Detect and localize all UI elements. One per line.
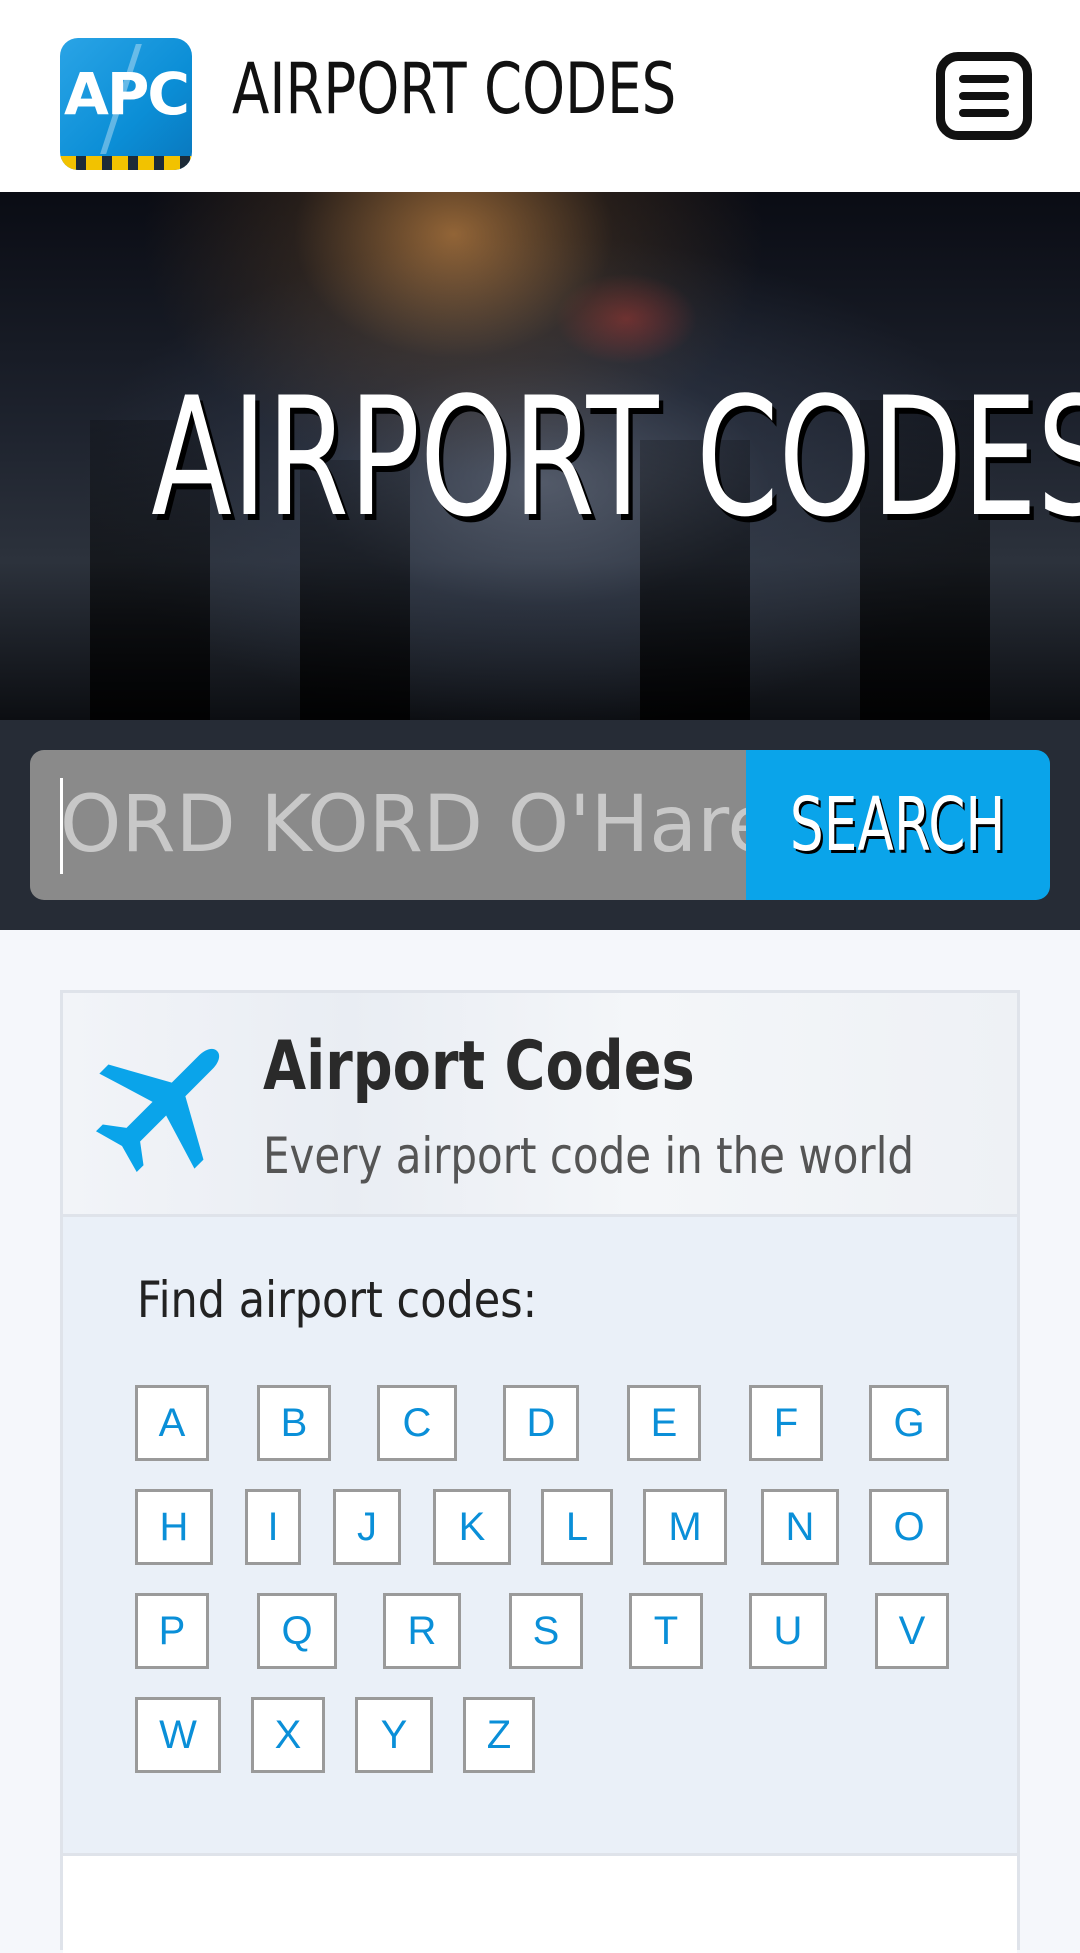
letter-link-e[interactable]: E (627, 1385, 701, 1461)
card-title: Airport Codes (263, 1027, 695, 1106)
letter-link-d[interactable]: D (503, 1385, 579, 1461)
letter-link-i[interactable]: I (245, 1489, 301, 1565)
letter-link-u[interactable]: U (749, 1593, 827, 1669)
letter-index: Find airport codes: A B C D E F G H I J … (63, 1217, 1017, 1853)
hero-title: AIRPORT CODES (151, 362, 1080, 553)
search-bar: SEARCH (0, 720, 1080, 930)
airplane-icon (95, 1048, 220, 1173)
site-title[interactable]: AIRPORT CODES (232, 48, 676, 130)
card-subtitle: Every airport code in the world (263, 1127, 915, 1185)
card-footer (63, 1853, 1017, 1953)
site-header: APC AIRPORT CODES (0, 0, 1080, 192)
letter-link-p[interactable]: P (135, 1593, 209, 1669)
letter-link-x[interactable]: X (251, 1697, 325, 1773)
letter-link-r[interactable]: R (383, 1593, 461, 1669)
letter-link-w[interactable]: W (135, 1697, 221, 1773)
letter-link-n[interactable]: N (761, 1489, 839, 1565)
find-codes-label: Find airport codes: (137, 1271, 538, 1329)
letter-link-a[interactable]: A (135, 1385, 209, 1461)
search-input[interactable] (30, 750, 746, 900)
letter-link-g[interactable]: G (869, 1385, 949, 1461)
card-header: Airport Codes Every airport code in the … (63, 993, 1017, 1217)
letter-link-b[interactable]: B (257, 1385, 331, 1461)
hero-banner: AIRPORT CODES (0, 192, 1080, 720)
menu-line (959, 92, 1009, 100)
letter-link-t[interactable]: T (629, 1593, 703, 1669)
search-button-label: SEARCH (790, 782, 1006, 868)
search-button[interactable]: SEARCH (746, 750, 1050, 900)
letter-link-l[interactable]: L (541, 1489, 613, 1565)
apc-logo[interactable]: APC (60, 38, 192, 170)
letter-link-f[interactable]: F (749, 1385, 823, 1461)
menu-line (959, 109, 1009, 117)
letter-link-h[interactable]: H (135, 1489, 213, 1565)
letter-link-z[interactable]: Z (463, 1697, 535, 1773)
letter-link-j[interactable]: J (333, 1489, 401, 1565)
letter-link-k[interactable]: K (433, 1489, 511, 1565)
letter-link-o[interactable]: O (869, 1489, 949, 1565)
airport-codes-card: Airport Codes Every airport code in the … (60, 990, 1020, 1953)
letter-link-v[interactable]: V (875, 1593, 949, 1669)
text-caret (60, 778, 63, 874)
logo-stripe (60, 156, 192, 170)
letter-link-q[interactable]: Q (257, 1593, 337, 1669)
letter-link-c[interactable]: C (377, 1385, 457, 1461)
menu-line (959, 75, 1009, 83)
letter-link-m[interactable]: M (643, 1489, 727, 1565)
logo-text: APC (64, 60, 190, 128)
letter-link-s[interactable]: S (509, 1593, 583, 1669)
hamburger-menu-icon[interactable] (936, 52, 1032, 140)
letter-link-y[interactable]: Y (355, 1697, 433, 1773)
